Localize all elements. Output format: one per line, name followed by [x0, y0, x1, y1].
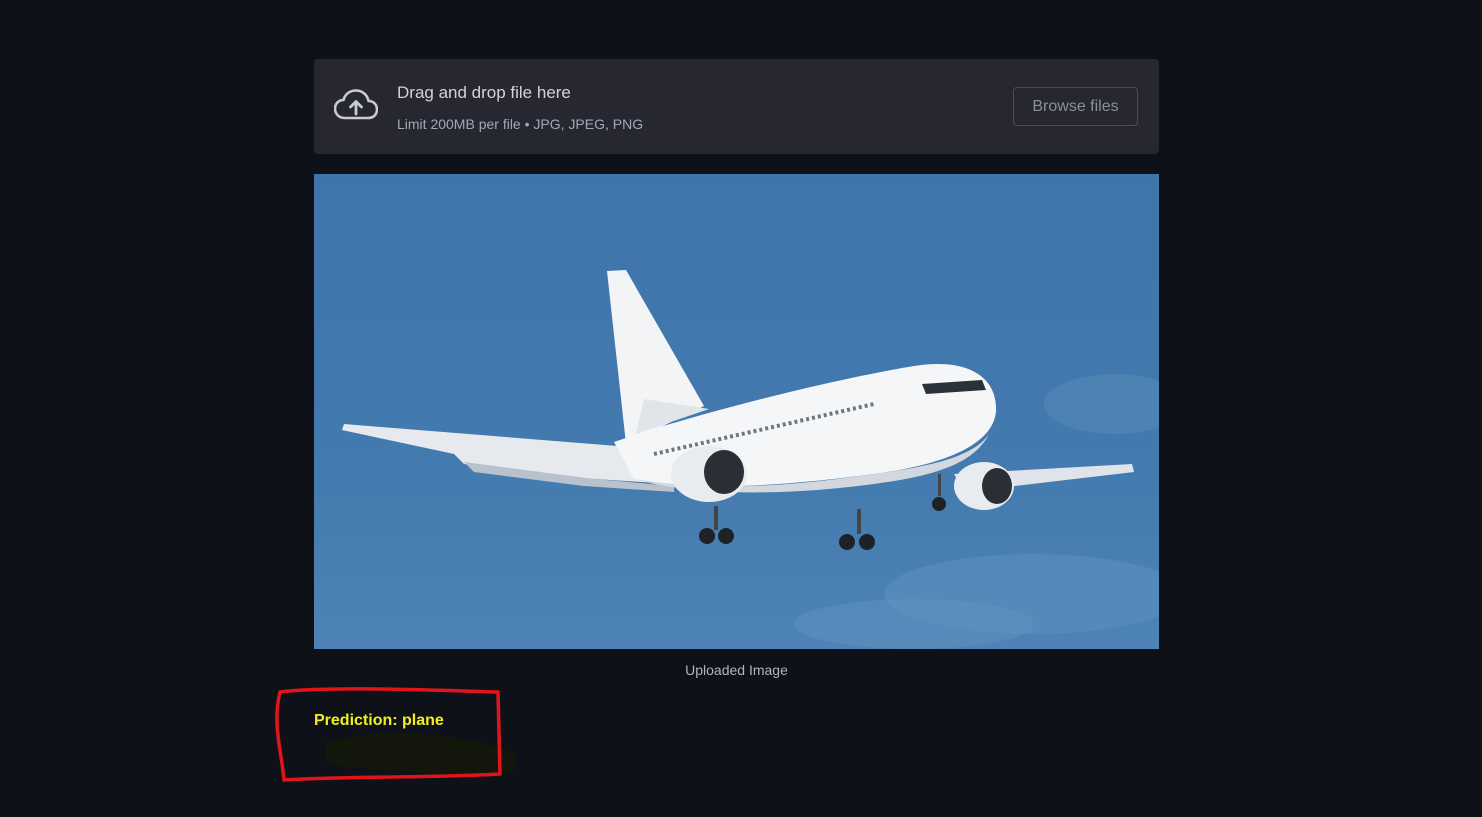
browse-files-button[interactable]: Browse files	[1013, 87, 1138, 126]
uploaded-image	[314, 174, 1159, 649]
app-page: Drag and drop file here Limit 200MB per …	[0, 0, 1482, 817]
cloud-upload-icon	[334, 89, 378, 120]
dropzone-title: Drag and drop file here	[397, 83, 571, 102]
red-highlight-annotation	[275, 687, 518, 782]
file-uploader-dropzone[interactable]: Drag and drop file here Limit 200MB per …	[314, 59, 1159, 154]
prediction-result: Prediction: plane	[314, 712, 444, 729]
plane-photo	[342, 270, 1159, 649]
image-caption: Uploaded Image	[685, 662, 788, 678]
dropzone-limit-text: Limit 200MB per file • JPG, JPEG, PNG	[397, 116, 644, 132]
